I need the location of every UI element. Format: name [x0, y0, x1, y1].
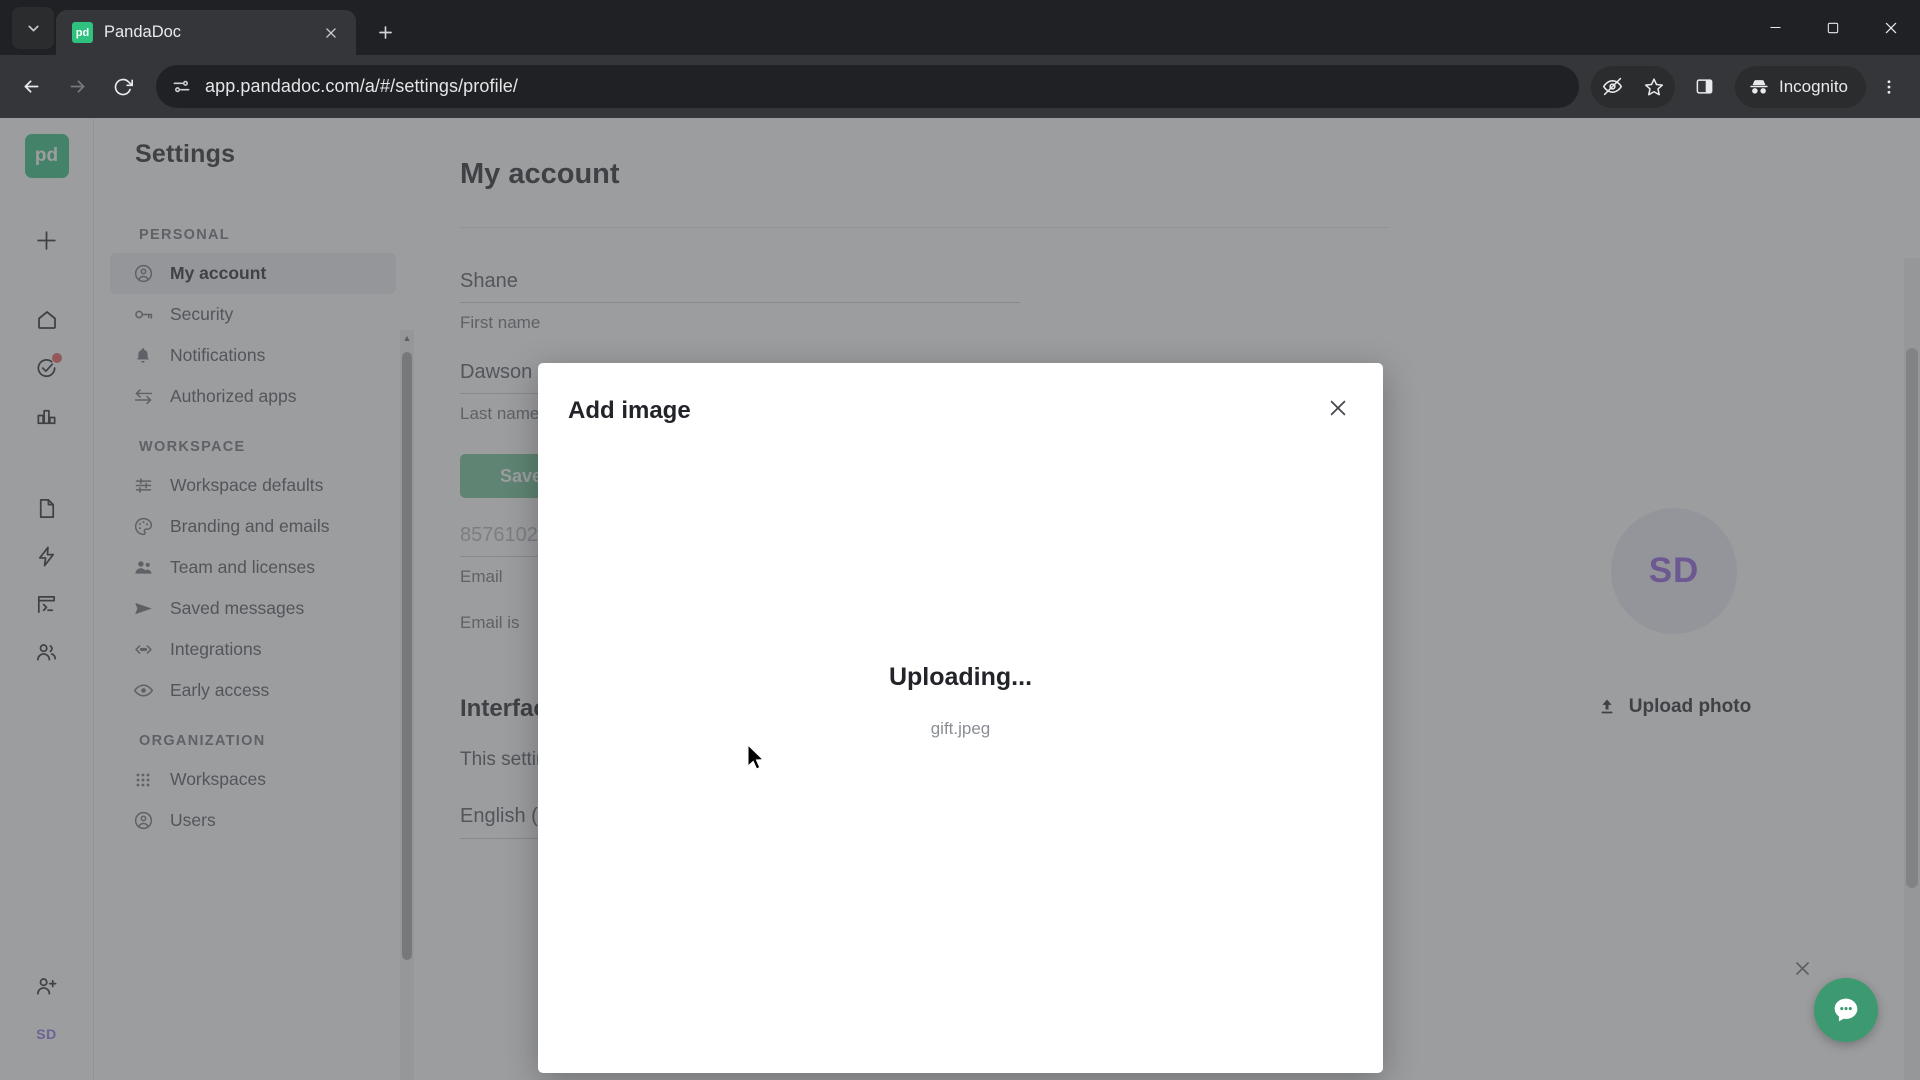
- bookmark-star-icon[interactable]: [1633, 66, 1675, 108]
- window-maximize-button[interactable]: [1804, 0, 1862, 55]
- add-image-modal: Add image Uploading... gift.jpeg: [538, 363, 1383, 1073]
- upload-status: Uploading...: [888, 663, 1033, 691]
- site-info-icon[interactable]: [172, 77, 191, 96]
- browser-toolbar: app.pandadoc.com/a/#/settings/profile/ I…: [0, 55, 1920, 118]
- reload-button[interactable]: [102, 66, 144, 108]
- incognito-icon: [1748, 76, 1770, 98]
- incognito-label: Incognito: [1779, 76, 1848, 96]
- window-minimize-button[interactable]: [1746, 0, 1804, 55]
- browser-tab[interactable]: pd PandaDoc: [56, 10, 356, 55]
- tab-favicon-icon: pd: [72, 22, 93, 43]
- window-close-button[interactable]: [1862, 0, 1920, 55]
- back-button[interactable]: [10, 66, 52, 108]
- tab-search-button[interactable]: [12, 7, 54, 49]
- chat-icon: [1829, 993, 1863, 1027]
- window-controls: [1746, 0, 1920, 55]
- chrome-menu-icon[interactable]: [1868, 66, 1910, 108]
- tracking-protection-icon[interactable]: [1591, 66, 1633, 108]
- tab-title: PandaDoc: [104, 23, 182, 41]
- upload-filename: gift.jpeg: [930, 719, 991, 738]
- chat-bubble-button[interactable]: [1814, 978, 1878, 1042]
- modal-body: Uploading... gift.jpeg: [538, 663, 1383, 739]
- tab-strip: pd PandaDoc: [0, 0, 1920, 55]
- incognito-indicator[interactable]: Incognito: [1735, 65, 1866, 108]
- tab-close-icon[interactable]: [318, 20, 344, 46]
- address-bar[interactable]: app.pandadoc.com/a/#/settings/profile/: [156, 65, 1579, 108]
- chat-close-icon[interactable]: [1793, 959, 1812, 984]
- modal-title: Add image: [568, 397, 691, 424]
- mouse-cursor: [747, 743, 770, 780]
- page-viewport: pd: [0, 118, 1920, 1080]
- new-tab-button[interactable]: [366, 13, 404, 51]
- address-bar-url: app.pandadoc.com/a/#/settings/profile/: [205, 76, 518, 96]
- modal-close-icon[interactable]: [1321, 391, 1355, 425]
- browser-window: pd PandaDoc app.pandadoc.com/a/#/setting…: [0, 0, 1920, 1080]
- forward-button[interactable]: [56, 66, 98, 108]
- toolbar-actions: Incognito: [1591, 65, 1910, 108]
- side-panel-icon[interactable]: [1683, 66, 1725, 108]
